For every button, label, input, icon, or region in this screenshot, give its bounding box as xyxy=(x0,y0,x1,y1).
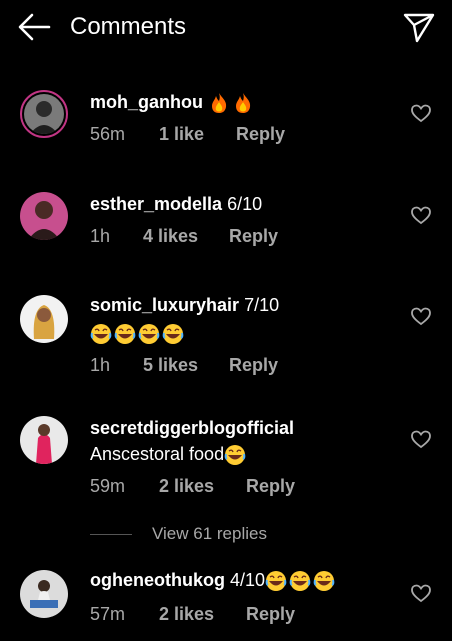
likes-count[interactable]: 2 likes xyxy=(159,602,241,626)
laughing-emoji xyxy=(138,323,160,345)
fire-emoji xyxy=(208,92,230,114)
comment-text: 6/10 xyxy=(227,194,263,214)
reply-button[interactable]: Reply xyxy=(236,122,285,146)
heart-icon[interactable] xyxy=(411,104,431,124)
avatar[interactable] xyxy=(20,192,68,240)
reply-button[interactable]: Reply xyxy=(246,602,295,626)
heart-icon[interactable] xyxy=(411,584,431,604)
laughing-emoji xyxy=(289,570,311,592)
heart-icon[interactable] xyxy=(411,206,431,226)
username-link[interactable]: secretdiggerblogofficial xyxy=(90,418,294,438)
likes-count[interactable]: 4 likes xyxy=(143,224,224,248)
laughing-emoji xyxy=(90,323,112,345)
avatar[interactable] xyxy=(20,570,68,618)
laughing-emoji xyxy=(162,323,184,345)
comment-text-emojis xyxy=(90,321,186,345)
reply-button[interactable]: Reply xyxy=(229,224,278,248)
comment-text-line: Anscestoral food xyxy=(90,442,248,466)
laughing-emoji xyxy=(313,570,335,592)
timestamp: 1h xyxy=(90,226,111,246)
reply-button[interactable]: Reply xyxy=(229,353,278,377)
laughing-emoji xyxy=(265,570,287,592)
avatar[interactable] xyxy=(20,90,68,138)
laughing-emoji xyxy=(224,444,246,466)
paper-plane-icon[interactable] xyxy=(402,10,436,44)
username-link[interactable]: somic_luxuryhair xyxy=(90,295,239,315)
comment-line: esther_modella 6/10 xyxy=(90,192,262,216)
reply-button[interactable]: Reply xyxy=(246,474,295,498)
likes-count[interactable]: 2 likes xyxy=(159,474,241,498)
username-link[interactable]: esther_modella xyxy=(90,194,222,214)
header: Comments xyxy=(0,0,452,54)
fire-emoji xyxy=(232,92,254,114)
view-replies-button[interactable]: View 61 replies xyxy=(90,522,267,546)
comment-line: somic_luxuryhair 7/10 xyxy=(90,293,279,317)
avatar[interactable] xyxy=(20,416,68,464)
username-link[interactable]: ogheneothukog xyxy=(90,570,225,590)
likes-count[interactable]: 5 likes xyxy=(143,353,224,377)
comment-meta: 1h 4 likes Reply xyxy=(90,224,278,248)
comment-text: 4/10 xyxy=(230,570,266,590)
comment-text: 7/10 xyxy=(244,295,280,315)
avatar[interactable] xyxy=(20,295,68,343)
timestamp: 1h xyxy=(90,355,111,375)
heart-icon[interactable] xyxy=(411,430,431,450)
timestamp: 59m xyxy=(90,476,126,496)
comment-meta: 56m 1 like Reply xyxy=(90,122,285,146)
page-title: Comments xyxy=(70,13,187,40)
likes-count[interactable]: 1 like xyxy=(159,122,231,146)
comment-text: Anscestoral food xyxy=(90,444,225,464)
arrow-left-icon[interactable] xyxy=(16,12,52,42)
laughing-emoji xyxy=(114,323,136,345)
timestamp: 57m xyxy=(90,604,126,624)
comment-meta: 57m 2 likes Reply xyxy=(90,602,295,626)
view-replies-label[interactable]: View 61 replies xyxy=(152,524,267,544)
comment-line: ogheneothukog 4/10 xyxy=(90,568,337,592)
comment-line: secretdiggerblogofficial xyxy=(90,416,294,440)
username-link[interactable]: moh_ganhou xyxy=(90,92,203,112)
timestamp: 56m xyxy=(90,124,126,144)
comment-line: moh_ganhou xyxy=(90,90,256,114)
divider xyxy=(90,533,132,535)
heart-icon[interactable] xyxy=(411,307,431,327)
comment-meta: 59m 2 likes Reply xyxy=(90,474,295,498)
comment-meta: 1h 5 likes Reply xyxy=(90,353,278,377)
